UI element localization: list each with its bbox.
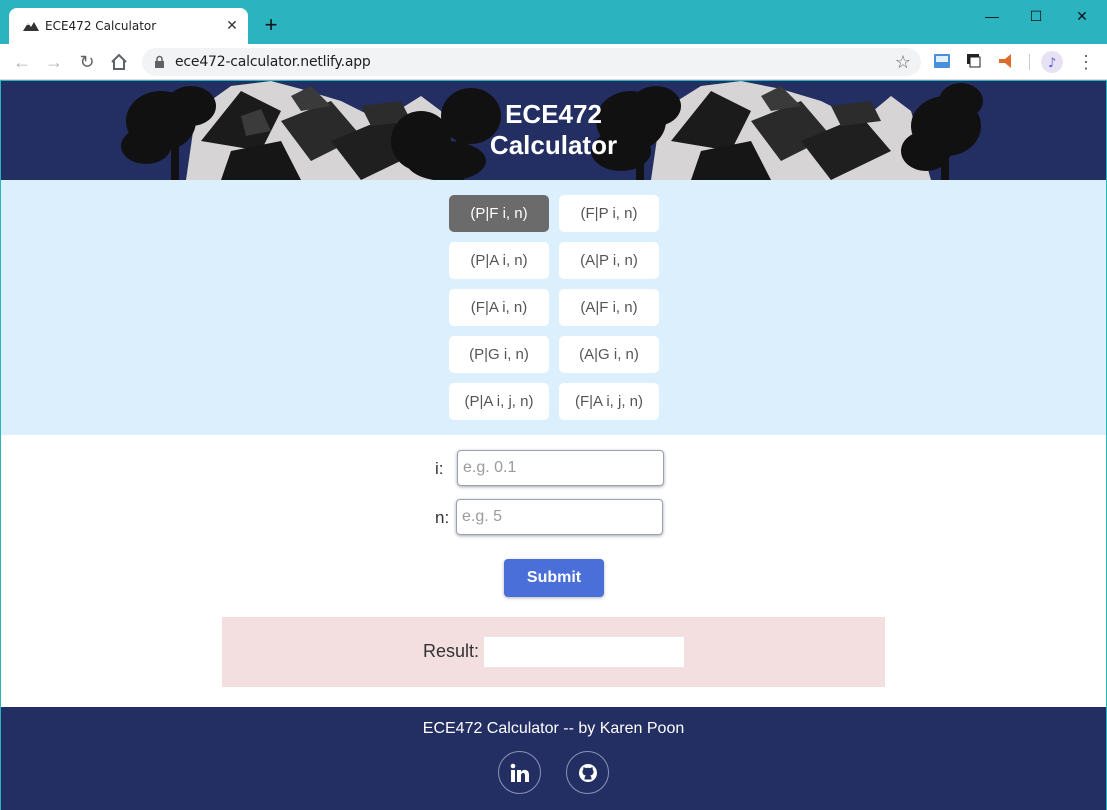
bookmark-star-icon[interactable]: ☆ [893,52,913,72]
page-title: ECE472 Calculator [1,99,1106,161]
minimize-icon[interactable]: — [978,6,1006,26]
footer-credit: ECE472 Calculator -- by Karen Poon [422,720,685,737]
toolbar-separator [1029,54,1030,70]
factor-button-p-g[interactable]: (P|G i, n) [449,336,549,373]
new-tab-icon[interactable]: + [261,14,281,36]
maximize-icon[interactable]: ☐ [1022,6,1050,26]
close-tab-icon[interactable]: ✕ [224,17,240,33]
result-output [484,637,684,667]
factor-button-p-a[interactable]: (P|A i, n) [449,242,549,279]
extension-translate-icon[interactable] [965,52,983,70]
i-input[interactable] [457,450,664,486]
factor-button-f-a-geometric[interactable]: (F|A i, j, n) [559,383,659,420]
result-panel: Result: [222,617,885,687]
browser-toolbar: ← → ↻ ece472-calculator.netlify.app ☆ ♪ … [0,44,1107,80]
github-icon [579,764,597,782]
factor-button-p-a-geometric[interactable]: (P|A i, j, n) [449,383,549,420]
browser-titlebar: ECE472 Calculator ✕ + — ☐ ✕ [0,0,1107,44]
factor-button-a-p[interactable]: (A|P i, n) [559,242,659,279]
n-input[interactable] [456,499,663,535]
linkedin-link[interactable] [498,751,541,794]
footer: ECE472 Calculator -- by Karen Poon [1,707,1106,810]
back-arrow-icon[interactable]: ← [10,50,34,74]
window-close-icon[interactable]: ✕ [1068,6,1096,26]
factor-button-f-p[interactable]: (F|P i, n) [559,195,659,232]
browser-menu-icon[interactable]: ⋮ [1077,50,1095,74]
lock-icon [155,55,164,68]
home-icon[interactable] [107,50,131,74]
tab-title: ECE472 Calculator [45,19,157,33]
extension-megaphone-icon[interactable] [997,52,1015,70]
github-link[interactable] [566,751,609,794]
i-label: i: [435,459,444,478]
profile-avatar[interactable]: ♪ [1041,51,1063,73]
submit-button[interactable]: Submit [504,559,604,597]
n-label: n: [435,508,450,527]
factor-button-a-g[interactable]: (A|G i, n) [559,336,659,373]
page-title-line2: Calculator [489,130,618,160]
factor-button-p-f[interactable]: (P|F i, n) [449,195,549,232]
factor-buttons-panel: (P|F i, n) (F|P i, n) (P|A i, n) (A|P i,… [1,180,1106,435]
reload-icon[interactable]: ↻ [75,50,99,74]
page-viewport: ECE472 Calculator (P|F i, n) (F|P i, n) … [1,81,1106,810]
svg-text:♪: ♪ [1048,56,1056,71]
mountain-favicon-icon [23,22,39,31]
extension-image-icon[interactable] [933,52,951,70]
result-label: Result: [423,641,480,661]
browser-tab[interactable]: ECE472 Calculator ✕ [9,8,248,44]
page-title-line1: ECE472 [505,99,602,129]
header-banner: ECE472 Calculator [1,81,1106,180]
factor-button-f-a[interactable]: (F|A i, n) [449,289,549,326]
factor-button-a-f[interactable]: (A|F i, n) [559,289,659,326]
forward-arrow-icon[interactable]: → [42,50,66,74]
url-text: ece472-calculator.netlify.app [175,54,371,70]
address-bar[interactable]: ece472-calculator.netlify.app ☆ [142,48,921,76]
linkedin-icon [510,763,529,782]
